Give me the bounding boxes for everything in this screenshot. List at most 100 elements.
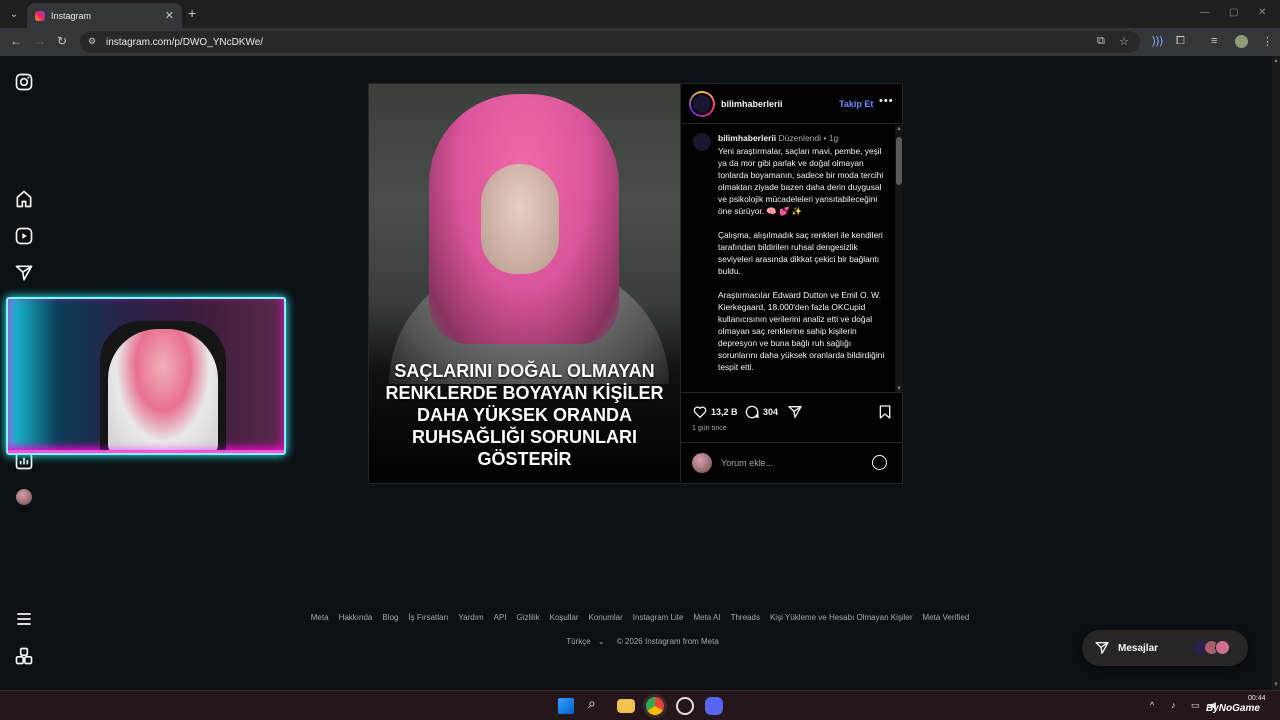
post-modal: SAÇLARINI DOĞAL OLMAYAN RENKLERDE BOYAYA… <box>368 83 903 484</box>
messenger-send-icon <box>1095 642 1109 654</box>
share-button[interactable] <box>787 404 803 420</box>
browser-menu-icon[interactable]: ⋮ <box>1262 35 1273 48</box>
forward-arrow-icon[interactable]: → <box>34 34 46 48</box>
post-header: bilimhaberlerii Takip Et ••• <box>681 84 903 124</box>
scroll-up-icon[interactable]: ▲ <box>1273 58 1279 64</box>
tab-search-chevron-icon[interactable]: ⌄ <box>4 4 24 24</box>
chrome-icon[interactable] <box>646 697 664 715</box>
footer-link[interactable]: Blog <box>382 613 398 622</box>
heart-icon <box>693 406 707 418</box>
scroll-up-icon[interactable]: ▲ <box>896 126 902 132</box>
comments-scrollbar[interactable]: ▲ ▼ <box>895 125 903 392</box>
messages-button[interactable]: Mesajlar <box>1082 630 1248 666</box>
site-info-icon[interactable]: ⚙ <box>88 36 100 48</box>
read-aloud-icon[interactable]: ))) <box>1152 35 1163 47</box>
post-actions: 13,2 B 304 <box>681 402 903 424</box>
share-send-icon <box>788 406 802 418</box>
like-button[interactable]: 13,2 B <box>692 404 738 420</box>
footer-link[interactable]: Instagram Lite <box>633 613 684 622</box>
minimize-icon[interactable]: — <box>1200 7 1210 18</box>
comment-author-avatar[interactable] <box>693 133 711 151</box>
like-count: 13,2 B <box>711 407 738 417</box>
current-user-avatar <box>692 452 712 473</box>
streamer-webcam-overlay <box>6 297 286 455</box>
instagram-favicon-icon <box>35 10 45 21</box>
direct-messages-icon[interactable] <box>14 263 34 283</box>
profile-avatar-icon[interactable] <box>1235 35 1248 48</box>
footer-link[interactable]: Yardım <box>458 613 483 622</box>
scroll-thumb[interactable] <box>896 137 902 185</box>
comment-paragraph: Araştırmacılar Edward Dutton ve Emil O. … <box>718 290 885 372</box>
browser-tab[interactable]: Instagram ✕ <box>27 3 182 28</box>
address-bar[interactable]: ⚙ instagram.com/p/DWO_YNcDKWe/ <box>80 31 1140 53</box>
comment-separator: • <box>823 133 827 143</box>
image-headline: SAÇLARINI DOĞAL OLMAYAN RENKLERDE BOYAYA… <box>385 361 664 469</box>
media-controls-icon[interactable]: ≡ <box>1211 35 1217 47</box>
copyright: © 2026 Instagram from Meta <box>616 637 719 646</box>
footer-link[interactable]: Meta AI <box>693 613 720 622</box>
footer-link[interactable]: Threads <box>731 613 760 622</box>
language-selector[interactable]: Türkçe ⌄ <box>561 637 604 646</box>
comment-body: Yeni araştırmalar, saçları mavi, pembe, … <box>718 145 888 385</box>
file-explorer-icon[interactable] <box>617 699 635 713</box>
messages-label: Mesajlar <box>1118 642 1159 654</box>
footer-link[interactable]: Kişi Yükleme ve Hesabı Olmayan Kişiler <box>770 613 913 622</box>
save-button[interactable] <box>878 404 892 420</box>
search-icon[interactable]: ⌕ <box>588 695 606 713</box>
footer-link[interactable]: Konumlar <box>589 613 623 622</box>
scroll-down-icon[interactable]: ▼ <box>1273 682 1279 688</box>
window-close-icon[interactable]: ✕ <box>1258 7 1266 18</box>
footer-link[interactable]: API <box>494 613 507 622</box>
comment-input[interactable]: Yorum ekle... <box>721 458 773 468</box>
footer-link[interactable]: İş Fırsatları <box>408 613 448 622</box>
maximize-icon[interactable]: ▢ <box>1229 7 1238 18</box>
comment-bubble-icon <box>745 405 759 419</box>
obs-icon[interactable] <box>676 697 694 715</box>
post-image: SAÇLARINI DOĞAL OLMAYAN RENKLERDE BOYAYA… <box>369 84 680 483</box>
network-icon[interactable]: ▭ <box>1191 700 1200 711</box>
emoji-picker-icon[interactable] <box>872 455 887 470</box>
windows-start-icon[interactable] <box>558 698 574 714</box>
author-avatar[interactable] <box>689 90 715 117</box>
footer-links: Meta Hakkında Blog İş Fırsatları Yardım API Gi… <box>0 613 1280 622</box>
comment-age: 1g <box>828 133 839 143</box>
follow-button[interactable]: Takip Et <box>839 99 873 109</box>
page-scrollbar[interactable]: ▲ ▼ <box>1272 56 1280 690</box>
bookmark-star-icon[interactable]: ☆ <box>1119 35 1129 48</box>
reload-icon[interactable]: ↻ <box>57 34 67 48</box>
comment-paragraph: Yeni araştırmalar, saçları mavi, pembe, … <box>718 146 884 216</box>
author-username[interactable]: bilimhaberlerii <box>721 99 783 109</box>
instagram-logo-icon[interactable] <box>14 72 34 92</box>
footer-link[interactable]: Meta <box>311 613 329 622</box>
face-shape <box>481 164 559 274</box>
bookmark-icon <box>879 405 891 419</box>
discord-icon[interactable] <box>705 697 723 715</box>
new-tab-button[interactable]: + <box>188 5 196 21</box>
tab-close-icon[interactable]: ✕ <box>165 9 174 22</box>
comment-button[interactable]: 304 <box>744 404 778 420</box>
clock: 00:44 <box>1248 695 1266 702</box>
tray-chevron-icon[interactable]: ^ <box>1150 700 1154 710</box>
watermark-logo: ByNoGame <box>1206 703 1260 714</box>
more-options-icon[interactable]: ••• <box>879 95 894 107</box>
footer-link[interactable]: Hakkında <box>339 613 373 622</box>
browser-tab-strip: ⌄ Instagram ✕ + — ▢ ✕ <box>0 0 1280 28</box>
back-arrow-icon[interactable]: ← <box>10 34 22 48</box>
install-app-icon[interactable]: ⧉ <box>1097 35 1105 48</box>
language-label: Türkçe <box>566 637 591 646</box>
add-comment-bar: Yorum ekle... <box>681 442 903 482</box>
profile-avatar[interactable] <box>16 489 32 505</box>
extensions-icon[interactable]: ⧠ <box>1176 35 1185 48</box>
footer-link[interactable]: Gizlilik <box>517 613 540 622</box>
comments-section: bilimhaberlerii Düzenlendi • 1g Yeni ara… <box>681 125 903 393</box>
comment-paragraph: Çalışma, alışılmadık saç renkleri ile ke… <box>718 230 883 276</box>
reels-icon[interactable] <box>14 226 34 246</box>
also-from-meta-icon[interactable] <box>14 646 34 666</box>
footer-link[interactable]: Koşullar <box>550 613 579 622</box>
scroll-down-icon[interactable]: ▼ <box>896 386 902 392</box>
microphone-icon[interactable]: ♪ <box>1171 700 1176 710</box>
comment-edited: Düzenlendi <box>778 133 822 143</box>
footer-link[interactable]: Meta Verified <box>923 613 970 622</box>
comment-username[interactable]: bilimhaberlerii <box>718 133 776 143</box>
home-icon[interactable] <box>14 189 34 209</box>
